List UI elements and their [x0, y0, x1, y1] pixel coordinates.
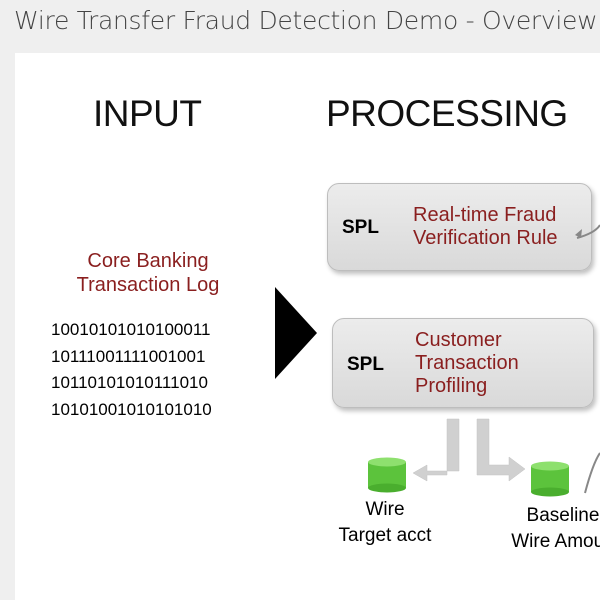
database-icon [368, 457, 406, 493]
db-label-line2: Target acct [338, 525, 432, 546]
flow-arrow-icon [476, 418, 526, 482]
db-label-line1: Wire [365, 499, 405, 520]
flow-arrow-icon [412, 418, 460, 482]
curved-connector [584, 452, 600, 494]
slide-canvas: INPUT PROCESSING Core Banking Transactio… [15, 53, 600, 600]
database-icon [531, 461, 569, 497]
database-label-baseline: Baseline Wire Amoun [483, 503, 600, 555]
database-label-wire-target: Wire Target acct [325, 497, 445, 549]
db-label-line2: Wire Amoun [511, 531, 600, 552]
arrowhead-icon [575, 229, 582, 238]
window-title: Wire Transfer Fraud Detection Demo - Ove… [14, 6, 598, 35]
db-label-line1: Baseline [526, 505, 600, 526]
